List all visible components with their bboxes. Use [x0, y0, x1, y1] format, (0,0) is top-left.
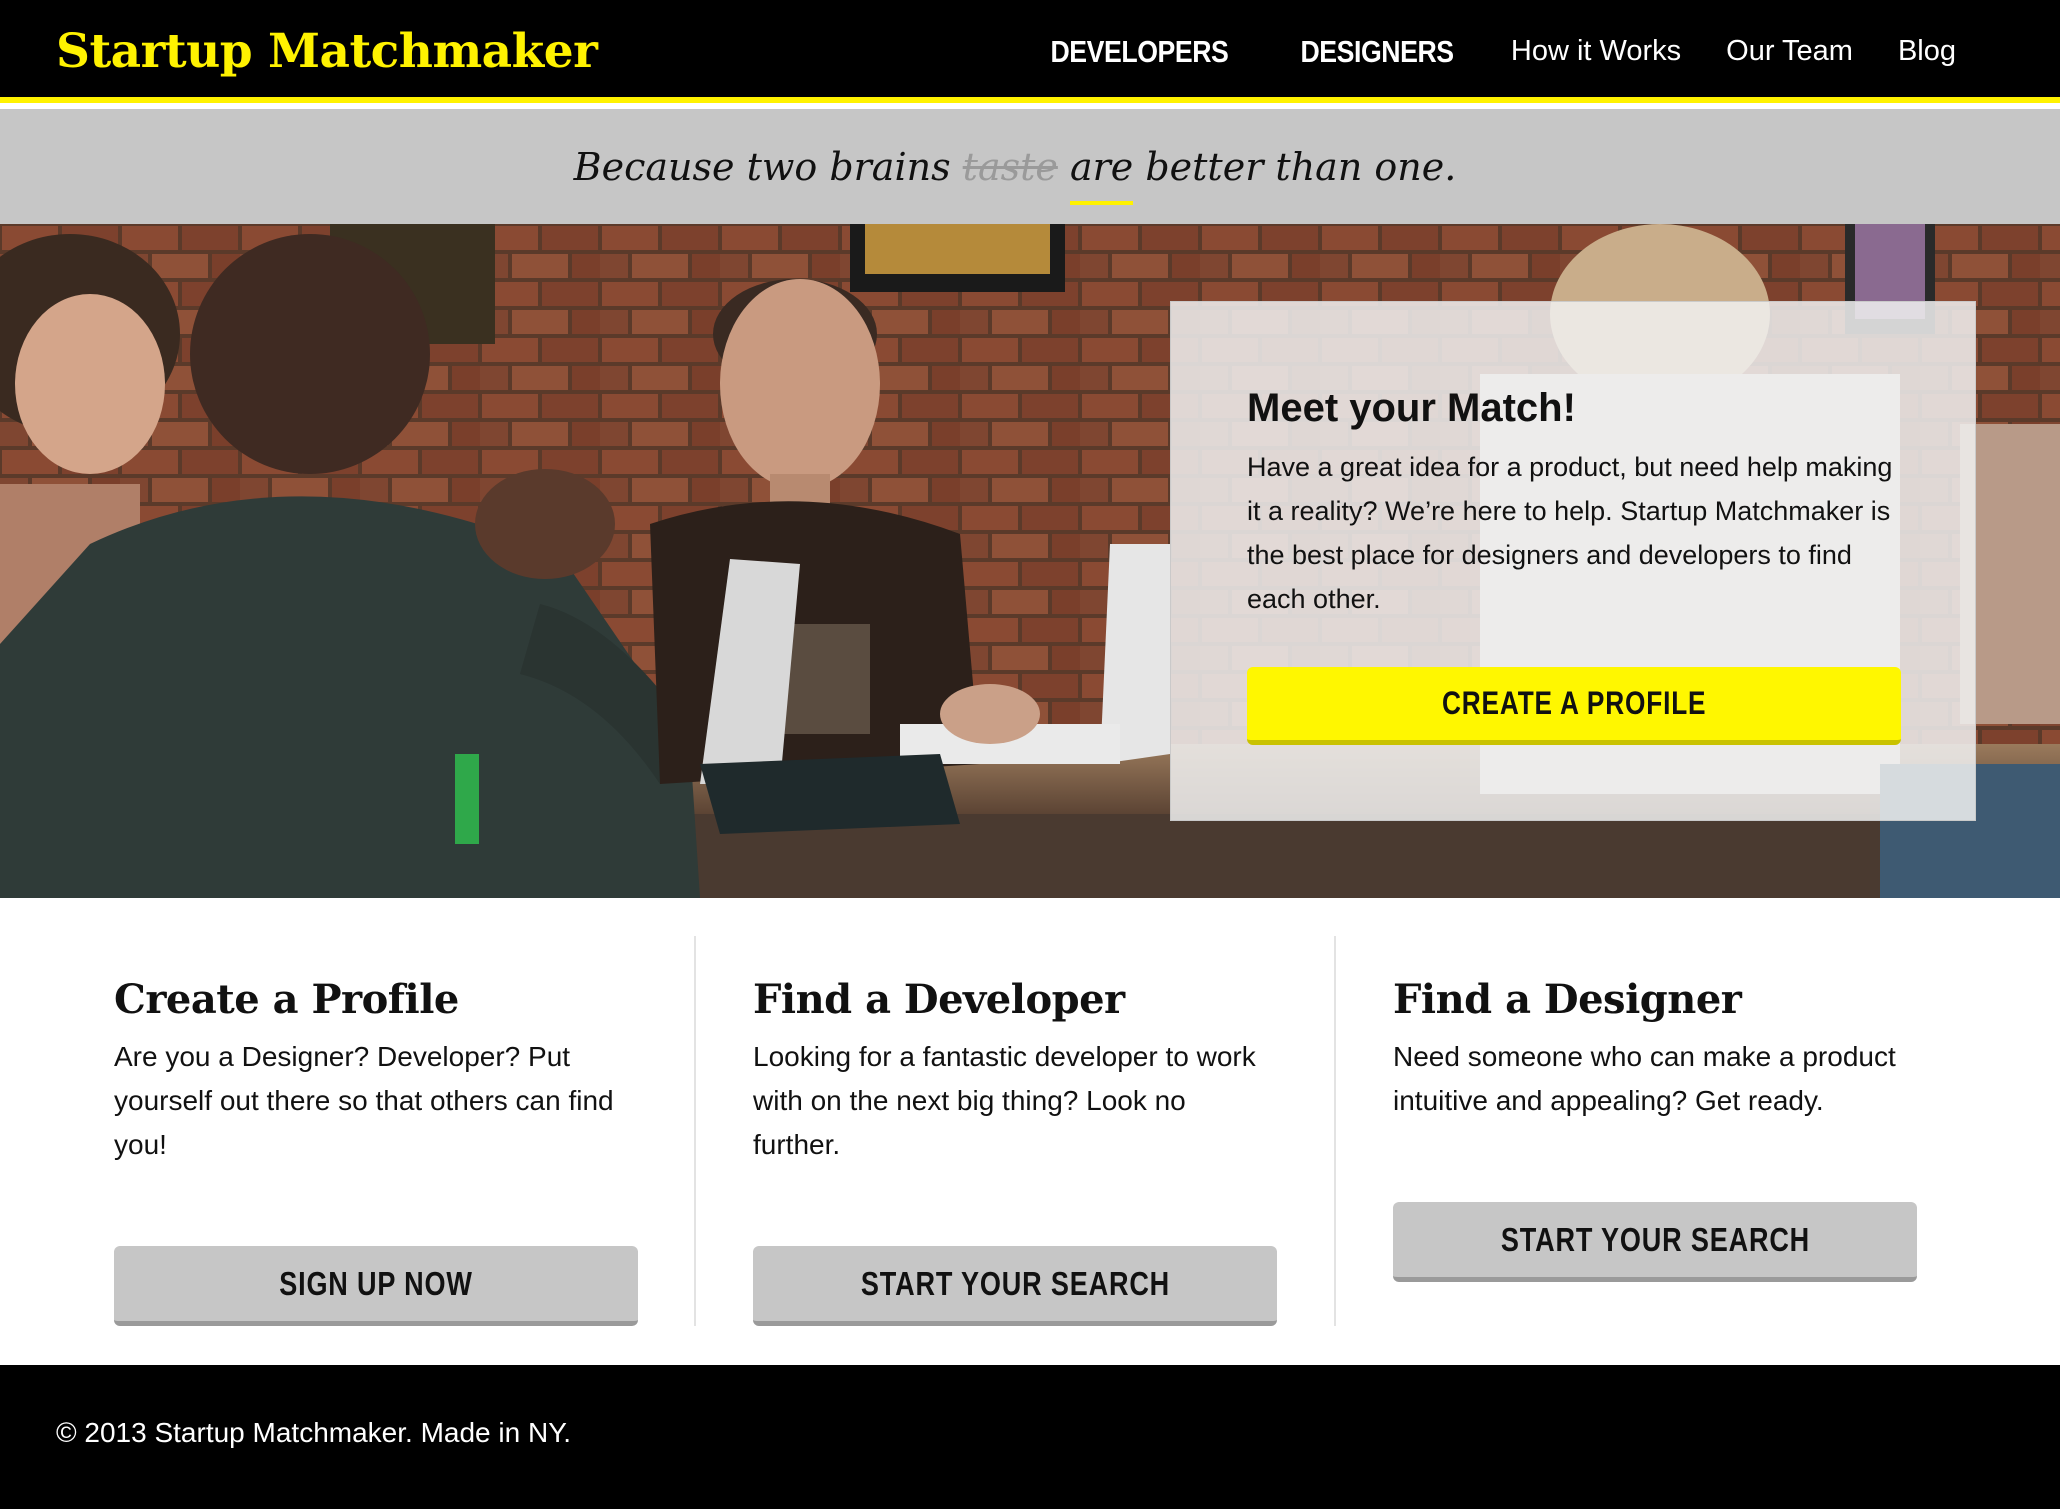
hero-card: Meet your Match! Have a great idea for a… — [1170, 301, 1976, 821]
feature-title: Find a Developer — [753, 976, 1125, 1023]
main-nav: DEVELOPERS DESIGNERS How it Works Our Te… — [1036, 0, 1956, 103]
find-developer-search-button-label: START YOUR SEARCH — [860, 1264, 1170, 1302]
feature-text: Are you a Designer? Developer? Put yours… — [114, 1041, 614, 1160]
find-developer-search-button[interactable]: START YOUR SEARCH — [753, 1246, 1277, 1326]
hero-text: Have a great idea for a product, but nee… — [1247, 452, 1893, 614]
tagline-end: better than one. — [1133, 144, 1457, 189]
nav-how-it-works[interactable]: How it Works — [1511, 35, 1681, 68]
site-header: Startup Matchmaker DEVELOPERS DESIGNERS … — [0, 0, 2060, 103]
tagline-underlined-word: are — [1069, 144, 1134, 189]
footer-copyright: © 2013 Startup Matchmaker. Made in NY. — [56, 1417, 572, 1448]
hero-title: Meet your Match! — [1247, 386, 1576, 430]
feature-create-profile: Create a Profile Are you a Designer? Dev… — [114, 938, 638, 1326]
column-divider — [1334, 936, 1336, 1326]
site-logo[interactable]: Startup Matchmaker — [56, 24, 598, 79]
tagline-start: Because two brains — [573, 144, 963, 189]
find-designer-search-button[interactable]: START YOUR SEARCH — [1393, 1202, 1917, 1282]
create-profile-button[interactable]: CREATE A PROFILE — [1247, 667, 1901, 745]
tagline: Because two brains taste are better than… — [574, 145, 1487, 189]
find-designer-search-button-label: START YOUR SEARCH — [1500, 1220, 1810, 1258]
feature-text: Looking for a fantastic developer to wor… — [753, 1041, 1256, 1160]
sign-up-now-button-label: SIGN UP NOW — [279, 1264, 473, 1302]
features-section: Create a Profile Are you a Designer? Dev… — [0, 898, 2060, 1365]
tagline-bar: Because two brains taste are better than… — [0, 109, 2060, 224]
feature-text: Need someone who can make a product intu… — [1393, 1041, 1896, 1116]
nav-developers[interactable]: DEVELOPERS — [1050, 34, 1228, 70]
create-profile-button-label: CREATE A PROFILE — [1441, 685, 1707, 721]
feature-title: Find a Designer — [1393, 976, 1742, 1023]
hero-section: Meet your Match! Have a great idea for a… — [0, 224, 2060, 898]
nav-designers[interactable]: DESIGNERS — [1300, 34, 1454, 70]
feature-find-designer: Find a Designer Need someone who can mak… — [1393, 938, 1917, 1326]
nav-blog[interactable]: Blog — [1898, 35, 1956, 68]
nav-our-team[interactable]: Our Team — [1726, 35, 1853, 68]
feature-title: Create a Profile — [114, 976, 459, 1023]
feature-find-developer: Find a Developer Looking for a fantastic… — [753, 938, 1277, 1326]
site-footer: © 2013 Startup Matchmaker. Made in NY. — [0, 1365, 2060, 1509]
sign-up-now-button[interactable]: SIGN UP NOW — [114, 1246, 638, 1326]
tagline-struck-word: taste — [962, 144, 1058, 189]
column-divider — [694, 936, 696, 1326]
